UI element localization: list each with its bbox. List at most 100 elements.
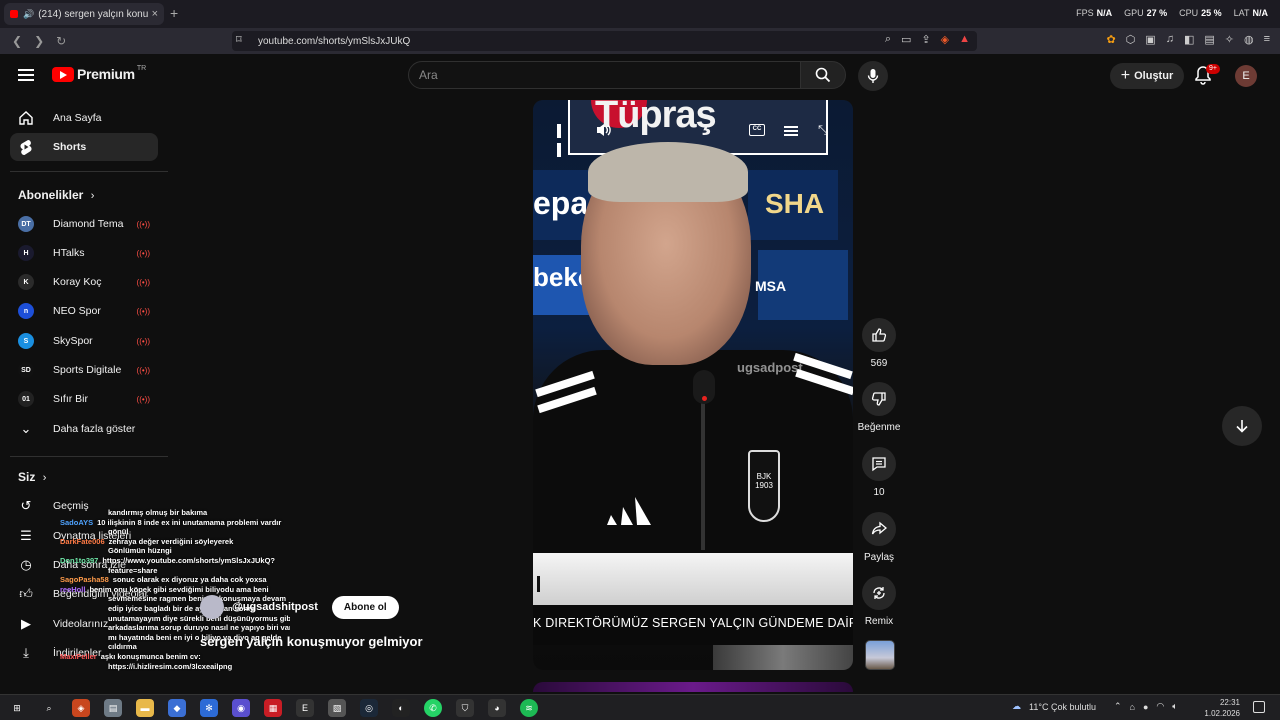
app-icon[interactable]: ◆ [168,699,186,717]
sidebar-item-subscription[interactable]: 01 Sıfır Bir ((•)) [10,385,158,413]
tab-close-icon[interactable]: × [152,8,158,20]
arrow-down-icon [1236,420,1248,433]
sound-thumbnail[interactable] [865,640,895,670]
youtube-logo[interactable]: Premium TR [52,65,146,82]
brave-icon[interactable]: ◈ [72,699,90,717]
live-icon: ((•)) [136,306,150,316]
comments-action[interactable]: 10 [861,447,897,498]
whatsapp-icon[interactable]: ✆ [424,699,442,717]
channel-avatar: 01 [18,391,34,407]
url-field[interactable]: youtube.com/shorts/ymSlsJxJUkQ [232,31,977,51]
comment-icon [872,457,886,472]
browser-tab[interactable]: 🔊 (214) sergen yalçın konuşmuy × [4,3,164,25]
dislike-button[interactable] [862,382,896,416]
short-title[interactable]: sergen yalçın konuşmuyor gelmiyor [200,634,423,649]
sidebar-item-home[interactable]: Ana Sayfa [10,104,158,132]
notification-center-icon[interactable] [1253,701,1265,713]
puzzle-icon[interactable]: ⬡ [1126,33,1136,46]
leo-icon[interactable]: ✧ [1225,33,1234,46]
chat-line: DarkFate006 zehraya değer verdiğini söyle… [30,537,290,547]
channel-handle[interactable]: @ugsadshitpost [232,601,318,613]
create-button[interactable]: + Oluştur [1110,63,1184,89]
plus-icon: + [1120,67,1131,84]
channel-name: HTalks [53,247,85,259]
github-icon[interactable]: ◕ [488,699,506,717]
speaker-icon[interactable]: 🔊 [23,9,34,20]
bookmark-icon[interactable]: ⌑ [236,33,242,46]
voice-search-button[interactable] [858,61,888,91]
speaker-icon[interactable]: 🔈︎ [1172,701,1177,712]
like-action[interactable]: 569 [861,318,897,369]
next-short-preview[interactable] [533,682,853,692]
reload-icon[interactable]: ↻ [56,34,66,48]
app-icon[interactable]: ◐ [392,699,410,717]
back-icon[interactable]: ❮ [12,34,22,48]
share-button[interactable] [862,512,896,546]
sidebar-item-shorts[interactable]: Shorts [10,133,158,161]
settings-icon[interactable]: ✻ [200,699,218,717]
search-button[interactable] [800,61,846,89]
sidebar-item-subscription[interactable]: SD Sports Digitale ((•)) [10,356,158,384]
guide-menu-icon[interactable] [18,69,34,81]
subscribe-button[interactable]: Abone ol [331,595,399,619]
epic-icon[interactable]: E [296,699,314,717]
vpn-icon[interactable]: ◍ [1244,33,1254,46]
share-icon [871,521,887,535]
app-icon[interactable]: ▦ [264,699,282,717]
music-icon[interactable]: ♫ [1166,33,1174,46]
dislike-action[interactable]: Beğenme [858,382,900,433]
windows-start-icon[interactable]: ⊞ [8,699,26,717]
share-action[interactable]: Paylaş [861,512,897,563]
channel-avatar[interactable] [200,595,224,619]
extension-icon[interactable]: ✿ [1106,33,1115,46]
shield-icon[interactable]: ◈ [941,33,949,46]
more-options-icon[interactable] [783,124,799,138]
chevron-up-icon[interactable]: ⌃ [1114,701,1122,712]
show-more-button[interactable]: ⌄ Daha fazla göster [10,415,158,443]
clock[interactable]: 22:31 1.02.2026 [1200,697,1240,719]
sidebar-item-subscription[interactable]: S SkySpor ((•)) [10,327,158,355]
zoom-icon[interactable]: ⌕ [885,33,891,46]
channel-name: Koray Koç [53,276,102,288]
account-avatar[interactable]: E [1235,65,1257,87]
share-page-icon[interactable]: ⇪ [921,33,930,46]
wallet-icon[interactable]: ▤ [1204,33,1214,46]
new-tab-button[interactable]: + [170,5,178,21]
sidebar-icon[interactable]: ◧ [1184,33,1194,46]
expand-icon[interactable]: ⤡ [818,122,828,138]
search-input[interactable]: Ara [408,61,801,89]
sidebar-item-subscription[interactable]: n NEO Spor ((•)) [10,297,158,325]
subscriptions-heading[interactable]: Abonelikler › [18,188,94,202]
pause-icon[interactable] [557,124,569,157]
chat-message: gönül [108,527,129,537]
forward-icon[interactable]: ❯ [34,34,44,48]
files-icon[interactable]: ▤ [104,699,122,717]
screenshot-icon[interactable]: ▣ [1145,33,1155,46]
remix-button[interactable] [862,576,896,610]
volume-icon[interactable] [595,122,613,138]
captions-icon[interactable]: CC [749,124,765,136]
remix-action[interactable]: Remix [861,576,897,627]
like-button[interactable] [862,318,896,352]
comments-button[interactable] [862,447,896,481]
sidebar-item-subscription[interactable]: DT Diamond Tema ((•)) [10,210,158,238]
menu-icon[interactable]: ≡ [1264,33,1270,46]
search-icon[interactable]: ⌕ [40,699,58,717]
mic-tray-icon[interactable]: ● [1143,702,1148,712]
app-icon[interactable]: ▧ [328,699,346,717]
weather-text[interactable]: 11°C Çok bulutlu [1029,702,1096,712]
you-heading[interactable]: Siz › [18,470,46,484]
shorts-player[interactable]: Tüpraş epa SHA beko MSA BJK 1903 ugsadpo… [533,100,853,670]
sidebar-item-subscription[interactable]: H HTalks ((•)) [10,239,158,267]
triangle-icon[interactable]: ▲ [959,33,970,46]
steam-icon[interactable]: ◎ [360,699,378,717]
folder-icon[interactable]: ▬ [136,699,154,717]
sidebar-item-subscription[interactable]: K Koray Koç ((•)) [10,268,158,296]
shield-icon[interactable]: ⛉ [456,699,474,717]
cast-icon[interactable]: ▭ [901,33,911,46]
spotify-icon[interactable]: ≋ [520,699,538,717]
network-icon[interactable]: ⌂ [1130,702,1135,712]
discord-icon[interactable]: ◉ [232,699,250,717]
next-short-button[interactable] [1222,406,1262,446]
wifi-icon[interactable]: ◠ [1156,701,1164,712]
